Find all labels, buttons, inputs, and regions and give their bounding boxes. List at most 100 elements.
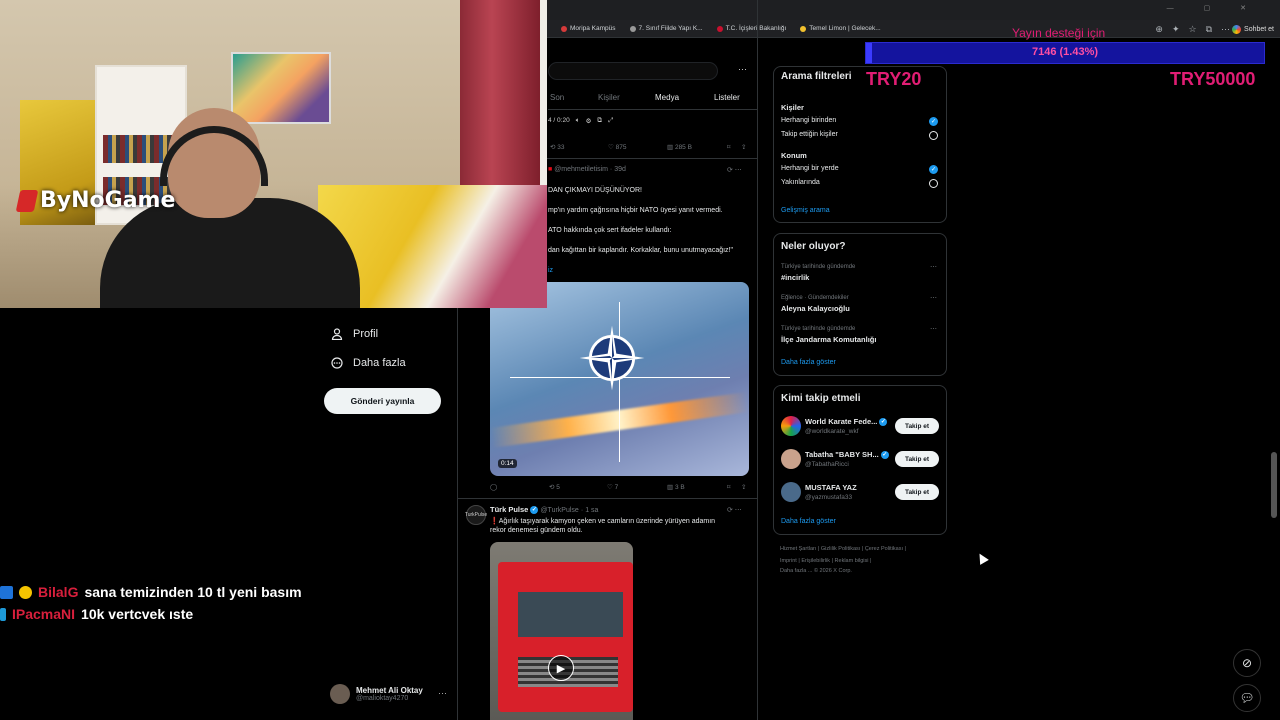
follow-button[interactable]: Takip et [895,451,939,467]
more-icon[interactable]: ⋯ [930,294,937,302]
post-text-line: rekor denemesi gündem oldu. [490,527,583,534]
repost-button[interactable]: ⟲ 5 [549,483,560,491]
suggested-user-name[interactable]: Tabatha "BABY SH... ✓ [805,450,889,460]
trend-item[interactable]: #incirlik [781,273,809,282]
scrollbar[interactable] [1271,452,1277,518]
tab-lists[interactable]: Listeler [714,93,740,102]
footer-link[interactable]: Daha fazla ... [780,568,812,574]
show-more-link[interactable]: Daha fazla göster [781,518,836,525]
user-name: Tabatha "BABY SH... [805,450,879,459]
extension-icon[interactable]: ⧉ [1206,24,1212,35]
who-to-follow-title: Kimi takip etmeli [781,393,861,404]
radio-icon[interactable] [929,179,938,188]
footer-link[interactable]: Erişilebilirlik [801,558,830,564]
post-video[interactable] [490,282,749,476]
more-icon[interactable]: ⋯ [930,325,937,333]
suggested-user-name[interactable]: MUSTAFA YAZ [805,483,857,492]
post-more-icon[interactable]: ⟳ ⋯ [727,166,742,174]
share-icon[interactable]: ⇪ [741,143,746,151]
show-more-link[interactable]: Daha fazla göster [781,359,836,366]
follow-button[interactable]: Takip et [895,484,939,500]
radio-checked-icon[interactable]: ✓ [929,165,938,174]
post-button[interactable]: Gönderi yayınla [324,388,441,414]
footer-link[interactable]: Hizmet Şartları [780,546,816,552]
suggested-user-name[interactable]: World Karate Fede... ✓ [805,417,888,427]
star-icon[interactable]: ☆ [1188,24,1196,35]
footer-link[interactable]: Çerez Politikası [865,546,903,552]
avatar[interactable]: TurkPulse [465,505,487,525]
settings-icon[interactable]: ⚙︎ [586,117,592,125]
footer-link[interactable]: Imprint [780,558,797,564]
sidebar-item-more[interactable]: Daha fazla [331,357,406,369]
like-button[interactable]: ♡ 7 [607,483,618,491]
rank-badge-icon [19,585,32,599]
post-more-icon[interactable]: ⟳ ⋯ [727,506,742,514]
more-icon[interactable]: ⋯ [438,688,447,699]
advanced-search-link[interactable]: Gelişmiş arama [781,207,830,214]
trend-item[interactable]: İlçe Jandarma Komutanlığı [781,335,876,344]
messages-icon[interactable]: 💬︎ [1233,684,1261,712]
post-text-line: ❗Ağırlık taşıyarak kamyon çeken ve camla… [490,517,715,525]
more-icon[interactable]: ⋯ [930,263,937,271]
views-button[interactable]: ▥ 3 B [667,483,685,491]
search-tabs: Son Kişiler Medya Listeler [548,84,757,110]
sidebar-item-label: Daha fazla [353,357,406,369]
webcam-feed: ByNoGame [0,0,547,308]
filter-option[interactable]: Yakınlarında [781,179,820,186]
more-circle-icon [331,357,343,369]
extension-icon[interactable]: ✦ [1172,24,1180,35]
tab-media[interactable]: Medya [655,93,679,102]
footer-link[interactable]: Reklam bilgisi [835,558,869,564]
play-icon[interactable]: ▶ [548,655,574,681]
menu-icon[interactable]: ⋯ [1221,24,1230,35]
post-author[interactable]: Türk Pulse ✓ @TurkPulse · 1 sa [490,505,598,515]
bookmark-icon[interactable]: ⌑ [727,483,730,491]
search-input[interactable] [548,62,718,80]
post-handle: @TurkPulse [540,507,579,514]
donation-min-label: TRY20 [866,69,922,89]
post-text: Ağırlık taşıyarak kamyon çeken ve camlar… [498,518,716,525]
window-controls[interactable]: — ▢ ✕ [1167,4,1260,12]
tab-latest[interactable]: Son [550,93,564,102]
sidebar-item-profile[interactable]: Profil [331,328,378,340]
trend-item[interactable]: Aleyna Kalaycıoğlu [781,304,850,313]
avatar[interactable] [781,449,801,469]
account-handle: @malioktay4270 [356,695,409,702]
share-icon[interactable]: ⇪ [741,483,746,491]
post-text-line: DAN ÇIKMAYI DÜŞÜNÜYOR! [548,187,642,194]
donation-title: Yayın desteği için [1012,26,1106,40]
filter-option[interactable]: Herhangi birinden [781,117,836,124]
radio-icon[interactable] [929,131,938,140]
follow-button[interactable]: Takip et [895,418,939,434]
post-hashtag[interactable]: iz [548,267,553,274]
bookmark-item[interactable]: Temel Limon | Gelecek... [800,25,881,32]
brand-name: ByNoGame [40,188,176,213]
chat-button[interactable]: Sohbet et [1232,20,1274,37]
volume-icon[interactable]: 🔈︎ [576,117,580,125]
pin-icon: ❗ [490,518,499,525]
post-video[interactable] [490,542,633,720]
account-switcher[interactable]: Mehmet Ali Oktay @malioktay4270 ⋯ [330,684,447,704]
suggested-user-handle: @worldkarate_wkf [805,428,859,435]
views-button[interactable]: ▥ 285 B [667,143,692,151]
reply-icon[interactable]: ◯ [490,483,497,491]
filter-option[interactable]: Takip ettiğin kişiler [781,131,838,138]
radio-checked-icon[interactable]: ✓ [929,117,938,126]
avatar [330,684,350,704]
fullscreen-icon[interactable]: ⤢ [608,117,613,125]
tab-people[interactable]: Kişiler [598,93,620,102]
grok-icon[interactable]: ⊘ [1233,649,1261,677]
bookmark-label: Temel Limon | Gelecek... [809,25,881,32]
filter-option[interactable]: Herhangi bir yerde [781,165,839,172]
avatar[interactable] [781,416,801,436]
views-count: 3 B [674,484,685,491]
post-handle[interactable]: @mehmetiletisim [554,166,608,173]
footer-link[interactable]: Gizlilik Politikası [821,546,860,552]
zoom-icon[interactable]: ⊕ [1155,24,1163,35]
more-icon[interactable]: ⋯ [738,64,747,75]
like-button[interactable]: ♡ 875 [608,143,627,151]
pip-icon[interactable]: ⧉ [597,117,602,125]
avatar[interactable] [781,482,801,502]
repost-button[interactable]: ⟲ 33 [550,143,565,151]
bookmark-icon[interactable]: ⌑ [727,143,730,151]
